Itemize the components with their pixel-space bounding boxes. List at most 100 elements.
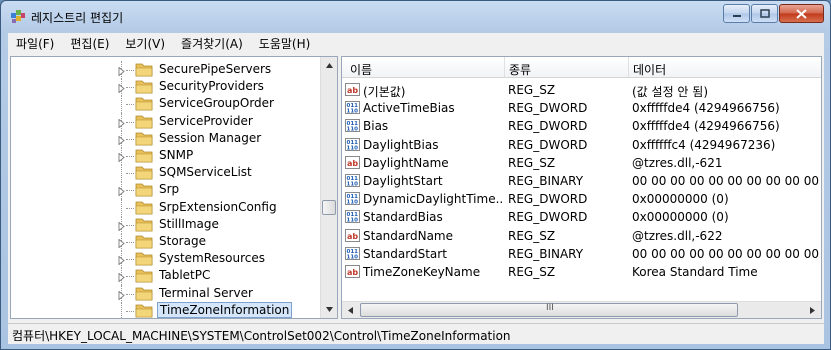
menu-favorites[interactable]: 즐겨찾기(A) (173, 35, 251, 52)
scroll-right-button[interactable] (804, 302, 821, 318)
svg-text:ab: ab (347, 268, 358, 277)
list-horizontal-scrollbar[interactable]: III (342, 301, 821, 318)
tree-node-label[interactable]: SecurePipeServers (157, 62, 273, 77)
tree-node[interactable]: SecurePipeServers (11, 61, 321, 79)
tree-node-label[interactable]: ServiceGroupOrder (157, 96, 276, 111)
tree-node[interactable]: Storage (11, 233, 321, 251)
value-name: DaylightName (363, 155, 449, 170)
tree-node[interactable]: Session Manager (11, 129, 321, 148)
tree-node-label[interactable]: TabletPC (157, 268, 212, 283)
column-header-data[interactable]: 데이터 (633, 61, 666, 78)
tree-node-label[interactable]: Session Manager (157, 131, 263, 146)
value-row[interactable]: ab StandardName REG_SZ @tzres.dll,-622 (342, 227, 821, 245)
expand-arrow-icon[interactable] (118, 271, 126, 283)
column-divider[interactable] (628, 57, 629, 77)
expand-arrow-icon[interactable] (118, 254, 126, 266)
expand-arrow-icon[interactable] (118, 65, 126, 77)
close-button[interactable] (779, 4, 824, 23)
value-data: @tzres.dll,-622 (632, 228, 723, 243)
value-type: REG_DWORD (508, 137, 588, 152)
tree-node[interactable]: SystemResources (11, 250, 321, 269)
tree-node[interactable]: Srp (11, 181, 321, 200)
tree-node-label[interactable]: SrpExtensionConfig (157, 200, 279, 215)
minimize-button[interactable] (723, 4, 750, 23)
scroll-left-button[interactable] (342, 302, 359, 318)
title-bar[interactable]: 레지스트리 편집기 (1, 1, 830, 31)
expand-arrow-icon[interactable] (118, 151, 126, 163)
value-list-pane[interactable]: 이름 종류 데이터 ab (기본값) REG_SZ (값 설정 안 됨) 011 110 A… (341, 56, 822, 319)
tree-node-label[interactable]: Terminal Server (157, 286, 255, 301)
tree-node-label[interactable]: StillImage (157, 217, 221, 232)
column-header-type[interactable]: 종류 (509, 61, 531, 78)
tree-node-label[interactable]: SystemResources (157, 251, 267, 266)
value-row[interactable]: 011 110 ActiveTimeBias REG_DWORD 0xfffffde4 … (342, 99, 821, 117)
folder-icon (135, 165, 153, 180)
list-scroll-thumb[interactable]: III (360, 303, 738, 317)
menu-edit[interactable]: 편집(E) (62, 35, 117, 52)
scroll-up-button[interactable] (321, 57, 337, 74)
value-row[interactable]: 011 110 DaylightStart REG_BINARY 00 00 00 00… (342, 172, 821, 190)
value-name: ActiveTimeBias (363, 101, 455, 116)
tree-node[interactable]: SNMP (11, 147, 321, 165)
menu-file[interactable]: 파일(F) (8, 35, 62, 52)
value-row[interactable]: ab DaylightName REG_SZ @tzres.dll,-621 (342, 154, 821, 172)
tree-node-label[interactable]: SNMP (157, 148, 195, 163)
tree-connector (126, 224, 134, 226)
tree-node[interactable]: ServiceProvider (11, 112, 321, 131)
tree-node-label[interactable]: SecurityProviders (157, 79, 266, 94)
tree-scroll-thumb[interactable] (322, 200, 336, 215)
value-type: REG_BINARY (508, 174, 584, 188)
value-row[interactable]: 011 110 DaylightBias REG_DWORD 0xffffffc4 (4… (342, 136, 821, 154)
tree-connector (126, 310, 134, 312)
expand-arrow-icon[interactable] (118, 220, 126, 232)
folder-icon (135, 268, 153, 283)
tree-node[interactable]: TimeZoneInformation (11, 301, 321, 318)
value-data: 0xfffffde4 (4294966756) (632, 101, 780, 116)
svg-text:ab: ab (347, 159, 358, 168)
tree-connector (126, 276, 134, 278)
tree-node-label[interactable]: Srp (157, 182, 181, 197)
menu-view[interactable]: 보기(V) (117, 35, 173, 52)
tree-connector (126, 207, 134, 209)
scroll-down-button[interactable] (321, 301, 337, 318)
tree-node-label[interactable]: ServiceProvider (157, 114, 255, 129)
tree-node[interactable]: TabletPC (11, 267, 321, 286)
tree-node-label[interactable]: SQMServiceList (157, 165, 254, 180)
value-type: REG_DWORD (508, 101, 588, 116)
expand-arrow-icon[interactable] (118, 237, 126, 249)
tree-node-label[interactable]: Storage (157, 234, 208, 249)
value-row[interactable]: ab TimeZoneKeyName REG_SZ Korea Standard Ti… (342, 263, 821, 281)
binary-value-icon: 011 110 (345, 174, 360, 188)
folder-icon (135, 148, 153, 163)
maximize-button[interactable] (751, 4, 778, 23)
expand-arrow-icon[interactable] (118, 117, 126, 129)
tree-node[interactable]: Terminal Server (11, 284, 321, 303)
tree-node[interactable]: SQMServiceList (11, 164, 321, 183)
tree-connector (126, 173, 134, 175)
value-row[interactable]: 011 110 StandardBias REG_DWORD 0x00000000 (0… (342, 208, 821, 226)
key-tree-pane[interactable]: SecurePipeServers SecurityProviders Servic… (10, 56, 338, 319)
tree-node-label[interactable]: TimeZoneInformation (157, 301, 293, 318)
value-name: StandardStart (363, 246, 447, 261)
tree-node[interactable]: ServiceGroupOrder (11, 95, 321, 114)
tree-node[interactable]: StillImage (11, 215, 321, 234)
tree-node[interactable]: SecurityProviders (11, 78, 321, 97)
expand-arrow-icon[interactable] (118, 185, 126, 197)
expand-arrow-icon[interactable] (118, 289, 126, 301)
column-header-name[interactable]: 이름 (350, 61, 372, 78)
expand-arrow-icon[interactable] (118, 134, 126, 146)
expand-arrow-icon[interactable] (118, 82, 126, 94)
svg-text:110: 110 (347, 109, 359, 115)
status-bar: 컴퓨터\HKEY_LOCAL_MACHINE\SYSTEM\ControlSet… (8, 323, 824, 344)
window-controls (722, 4, 824, 23)
value-row[interactable]: 011 110 Bias REG_DWORD 0xfffffde4 (429496675… (342, 117, 821, 135)
value-row[interactable]: 011 110 DynamicDaylightTime... REG_DWORD 0x0… (342, 190, 821, 208)
tree-node[interactable]: SrpExtensionConfig (11, 198, 321, 217)
value-row[interactable]: 011 110 StandardStart REG_BINARY 00 00 00 00… (342, 245, 821, 263)
arrow-up-icon (325, 63, 333, 68)
tree-vertical-scrollbar[interactable] (320, 57, 337, 318)
menu-help[interactable]: 도움말(H) (251, 35, 319, 52)
value-row[interactable]: ab (기본값) REG_SZ (값 설정 안 됨) (342, 81, 821, 99)
value-type: REG_SZ (508, 228, 556, 243)
column-divider[interactable] (504, 57, 505, 77)
